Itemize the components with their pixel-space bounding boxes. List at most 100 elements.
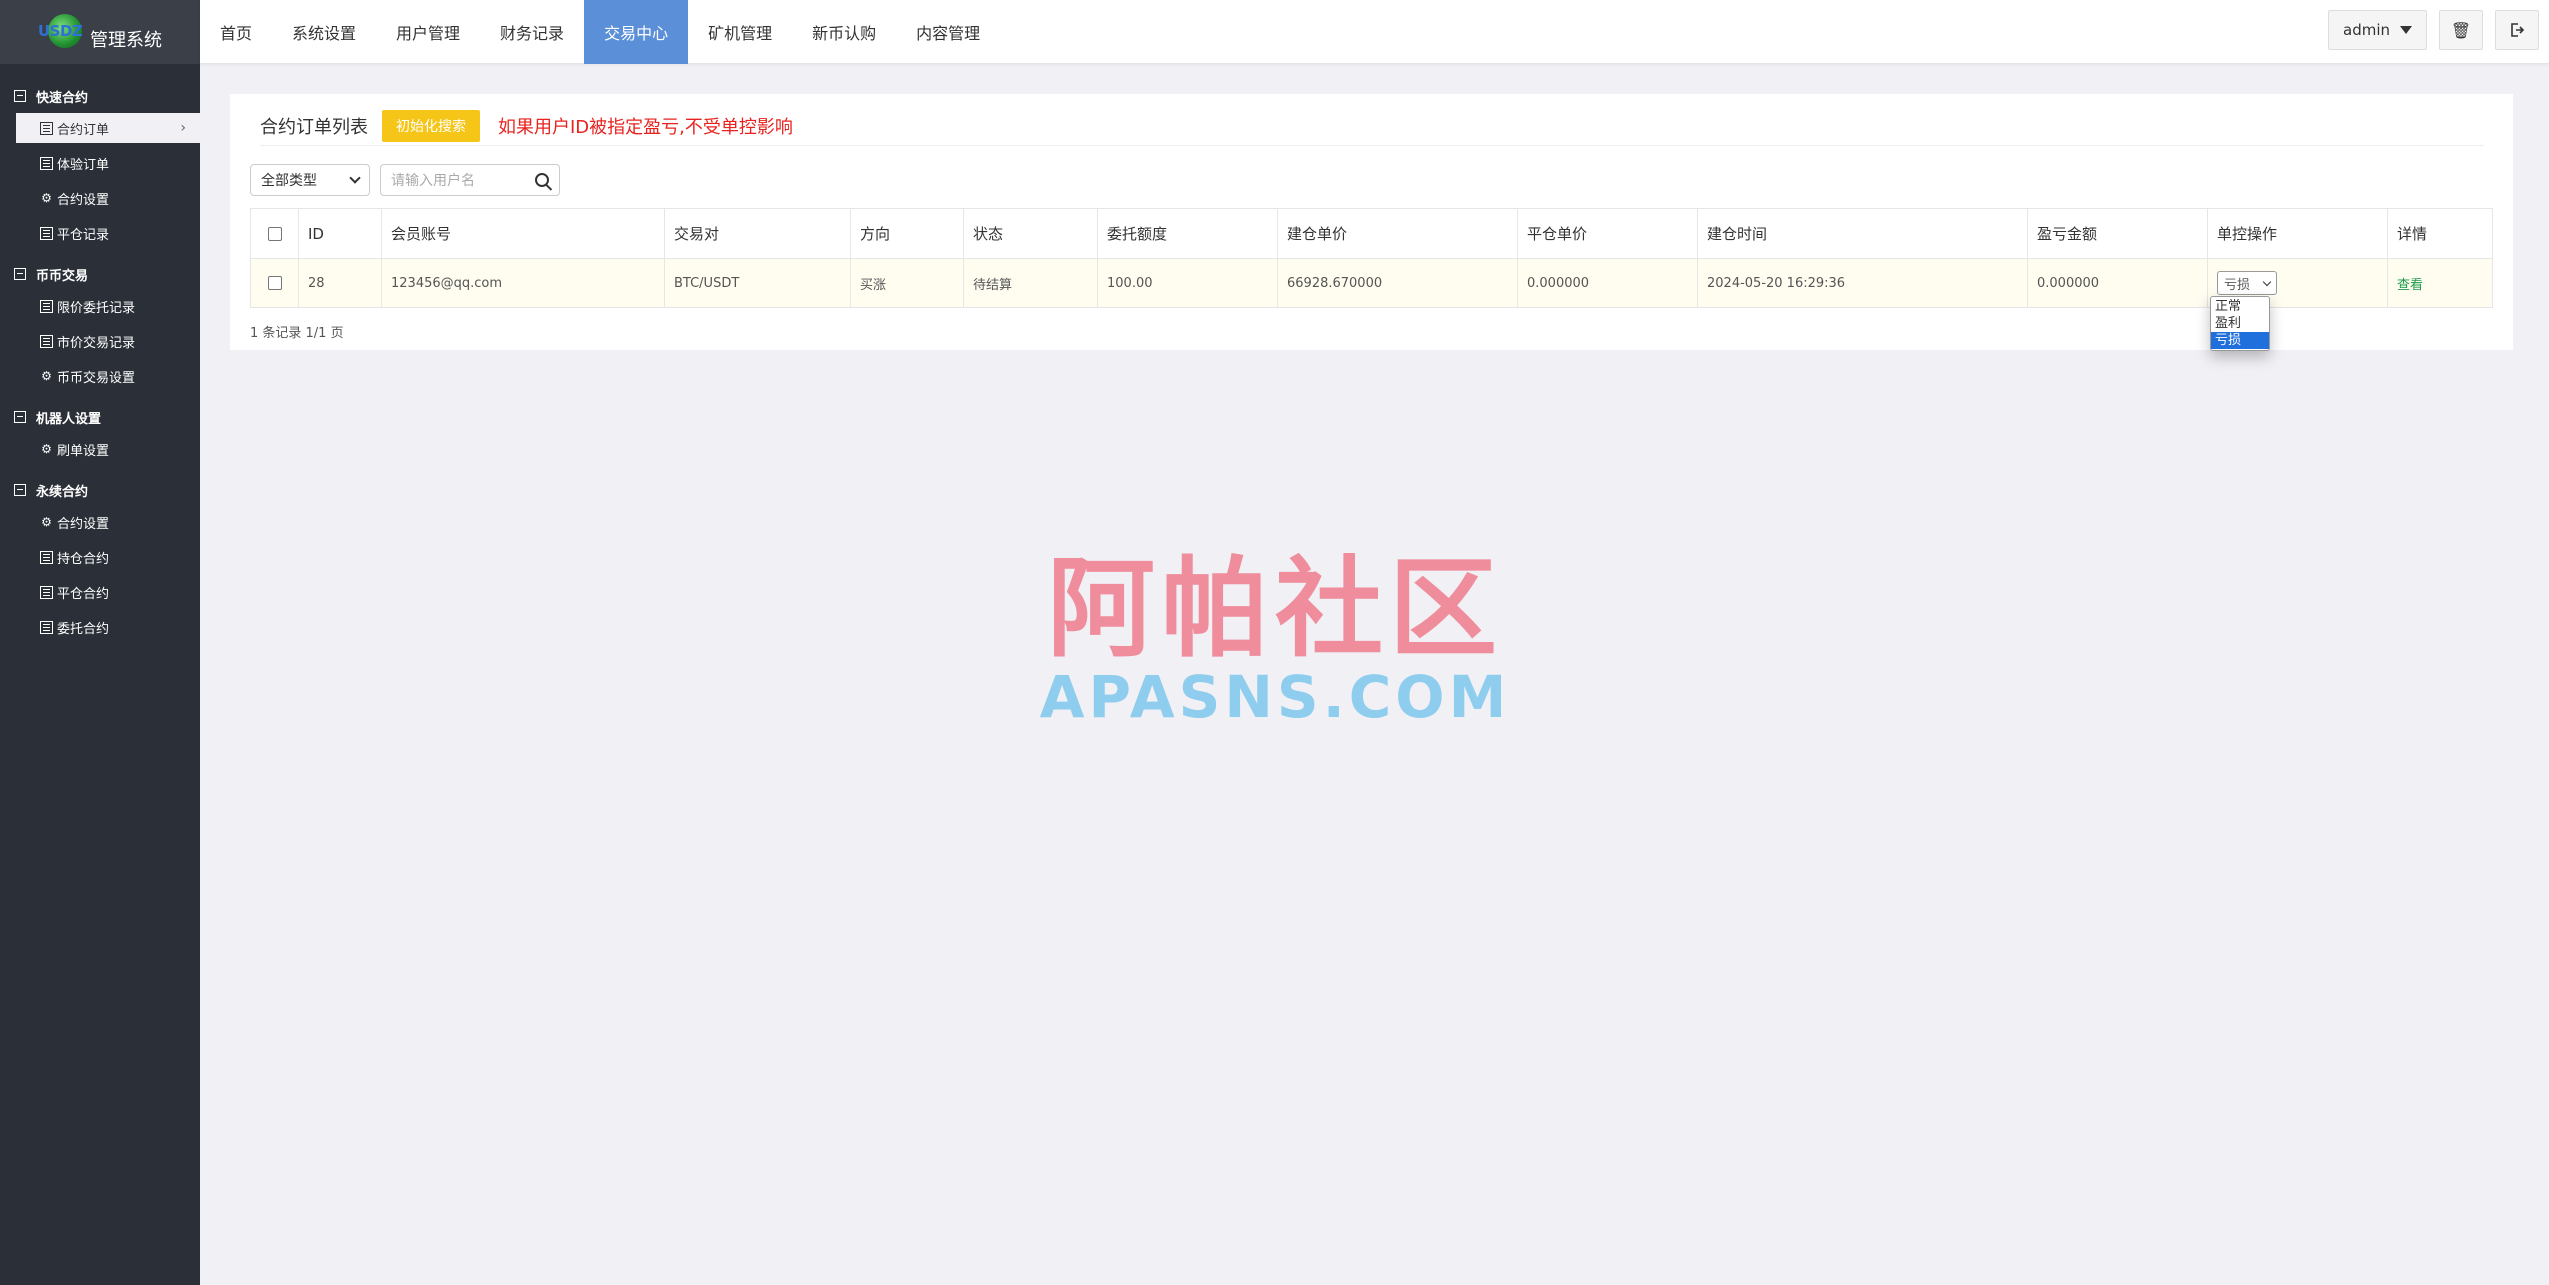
- topbar: 首页 系统设置 用户管理 财务记录 交易中心 矿机管理 新币认购 内容管理 ad…: [200, 0, 2549, 64]
- chevron-down-icon: [2262, 277, 2272, 286]
- gear-icon: ⚙: [41, 442, 52, 456]
- group-perpetual[interactable]: 永续合约: [0, 478, 200, 502]
- collapse-icon: [14, 484, 26, 496]
- col-pnl: 盈亏金额: [2027, 208, 2208, 259]
- sidebar: USDZ 管理系统 快速合约 合约订单 › 体验订单 ⚙ 合约设置 平仓记录 币币交…: [0, 0, 200, 1285]
- sidebar-item-entrust-contracts[interactable]: 委托合约: [16, 612, 200, 642]
- cell-direction: 买涨: [850, 258, 964, 308]
- pagination-info: 1 条记录 1/1 页: [250, 326, 344, 341]
- logout-button[interactable]: [2495, 10, 2539, 50]
- cell-status: 待结算: [963, 258, 1098, 308]
- cell-id: 28: [298, 258, 382, 308]
- app-title: 管理系统: [90, 30, 162, 51]
- cell-pnl: 0.000000: [2027, 258, 2208, 308]
- sidebar-item-bot-settings[interactable]: ⚙ 刷单设置: [16, 434, 200, 464]
- clear-cache-button[interactable]: 🗑: [2439, 10, 2483, 50]
- option-profit[interactable]: 盈利: [2211, 315, 2269, 332]
- sidebar-item-limit-orders[interactable]: 限价委托记录: [16, 291, 200, 321]
- control-select[interactable]: 亏损: [2217, 271, 2277, 295]
- group-coin-trade[interactable]: 币币交易: [0, 262, 200, 286]
- collapse-icon: [14, 268, 26, 280]
- sidebar-item-trial-orders[interactable]: 体验订单: [16, 148, 200, 178]
- menu-group-quick-contract: 快速合约 合约订单 › 体验订单 ⚙ 合约设置 平仓记录: [0, 84, 200, 248]
- gear-icon: ⚙: [41, 191, 52, 205]
- nav-content-management[interactable]: 内容管理: [896, 0, 1000, 64]
- group-quick-contract[interactable]: 快速合约: [0, 84, 200, 108]
- logo-icon: USDZ: [38, 12, 84, 52]
- watermark-en: APASNS.COM: [1039, 663, 1511, 731]
- col-open-time: 建仓时间: [1697, 208, 2028, 259]
- col-pair: 交易对: [664, 208, 851, 259]
- nav-finance-records[interactable]: 财务记录: [480, 0, 584, 64]
- col-direction: 方向: [850, 208, 964, 259]
- sidebar-item-perp-settings[interactable]: ⚙ 合约设置: [16, 507, 200, 537]
- col-amount: 委托额度: [1097, 208, 1278, 259]
- watermark: 阿帕社区 APASNS.COM: [1030, 547, 1520, 731]
- sidebar-item-contract-settings[interactable]: ⚙ 合约设置: [16, 183, 200, 213]
- sidebar-item-closed-positions[interactable]: 平仓合约: [16, 577, 200, 607]
- logo[interactable]: USDZ 管理系统: [0, 0, 200, 64]
- menu-group-robot: 机器人设置 ⚙ 刷单设置: [0, 405, 200, 464]
- nav-home[interactable]: 首页: [200, 0, 272, 64]
- col-account: 会员账号: [381, 208, 665, 259]
- sidebar-item-open-positions[interactable]: 持仓合约: [16, 542, 200, 572]
- list-icon: [40, 299, 53, 313]
- list-icon: [40, 226, 53, 240]
- nav-trade-center[interactable]: 交易中心: [584, 0, 689, 64]
- row-checkbox[interactable]: [267, 276, 282, 290]
- orders-panel: 合约订单列表 初始化搜索 如果用户ID被指定盈亏,不受单控影响 全部类型 请输入…: [230, 94, 2513, 350]
- cell-open-price: 66928.670000: [1277, 258, 1518, 308]
- col-detail: 详情: [2387, 208, 2493, 259]
- col-close-price: 平仓单价: [1517, 208, 1698, 259]
- username-search-input[interactable]: 请输入用户名: [380, 164, 560, 196]
- cell-pair: BTC/USDT: [664, 258, 851, 308]
- top-nav: 首页 系统设置 用户管理 财务记录 交易中心 矿机管理 新币认购 内容管理: [200, 0, 2549, 64]
- panel-header: 合约订单列表 初始化搜索 如果用户ID被指定盈亏,不受单控影响: [260, 106, 2484, 146]
- type-select[interactable]: 全部类型: [250, 164, 370, 196]
- nav-system-settings[interactable]: 系统设置: [272, 0, 376, 64]
- row-select-cell: [250, 258, 299, 308]
- col-open-price: 建仓单价: [1277, 208, 1518, 259]
- nav-miner-management[interactable]: 矿机管理: [688, 0, 792, 64]
- warning-text: 如果用户ID被指定盈亏,不受单控影响: [498, 116, 793, 138]
- list-icon: [40, 550, 53, 564]
- nav-new-coin-subscription[interactable]: 新币认购: [792, 0, 896, 64]
- caret-down-icon: [2400, 26, 2412, 34]
- chevron-down-icon: [349, 172, 361, 184]
- reset-search-button[interactable]: 初始化搜索: [382, 109, 480, 142]
- list-icon: [40, 620, 53, 634]
- sidebar-item-close-records[interactable]: 平仓记录: [16, 218, 200, 248]
- col-id[interactable]: ID: [298, 208, 382, 259]
- collapse-icon: [14, 411, 26, 423]
- list-icon: [40, 334, 53, 348]
- cell-account: 123456@qq.com: [381, 258, 665, 308]
- col-control: 单控操作: [2207, 208, 2388, 259]
- top-right-tools: admin 🗑: [2328, 10, 2539, 50]
- watermark-cn: 阿帕社区: [1046, 547, 1503, 672]
- list-icon: [40, 121, 53, 135]
- list-icon: [40, 156, 53, 170]
- trash-icon: 🗑: [2450, 20, 2472, 40]
- view-detail-link[interactable]: 查看: [2397, 278, 2423, 293]
- group-robot[interactable]: 机器人设置: [0, 405, 200, 429]
- col-status: 状态: [963, 208, 1098, 259]
- logout-icon: [2511, 23, 2525, 37]
- nav-user-management[interactable]: 用户管理: [376, 0, 480, 64]
- select-all-checkbox[interactable]: [267, 227, 282, 241]
- option-loss[interactable]: 亏损: [2211, 332, 2269, 349]
- table-row: 28 123456@qq.com BTC/USDT 买涨 待结算 100.00 …: [250, 258, 2493, 308]
- sidebar-item-contract-orders[interactable]: 合约订单 ›: [16, 113, 200, 143]
- collapse-icon: [14, 90, 26, 102]
- search-icon[interactable]: [535, 173, 549, 187]
- orders-table: ID 会员账号 交易对 方向 状态 委托额度 建仓单价 平仓单价 建仓时间 盈亏…: [250, 208, 2493, 308]
- sidebar-item-market-records[interactable]: 市价交易记录: [16, 326, 200, 356]
- list-icon: [40, 585, 53, 599]
- sidebar-item-coin-settings[interactable]: ⚙ 币币交易设置: [16, 361, 200, 391]
- chevron-right-icon: ›: [180, 120, 186, 136]
- user-menu-button[interactable]: admin: [2328, 10, 2427, 50]
- option-normal[interactable]: 正常: [2211, 298, 2269, 315]
- control-dropdown: 正常 盈利 亏损: [2210, 296, 2270, 351]
- cell-open-time: 2024-05-20 16:29:36: [1697, 258, 2028, 308]
- table-header-row: ID 会员账号 交易对 方向 状态 委托额度 建仓单价 平仓单价 建仓时间 盈亏…: [250, 208, 2493, 259]
- select-all-cell: [250, 208, 299, 259]
